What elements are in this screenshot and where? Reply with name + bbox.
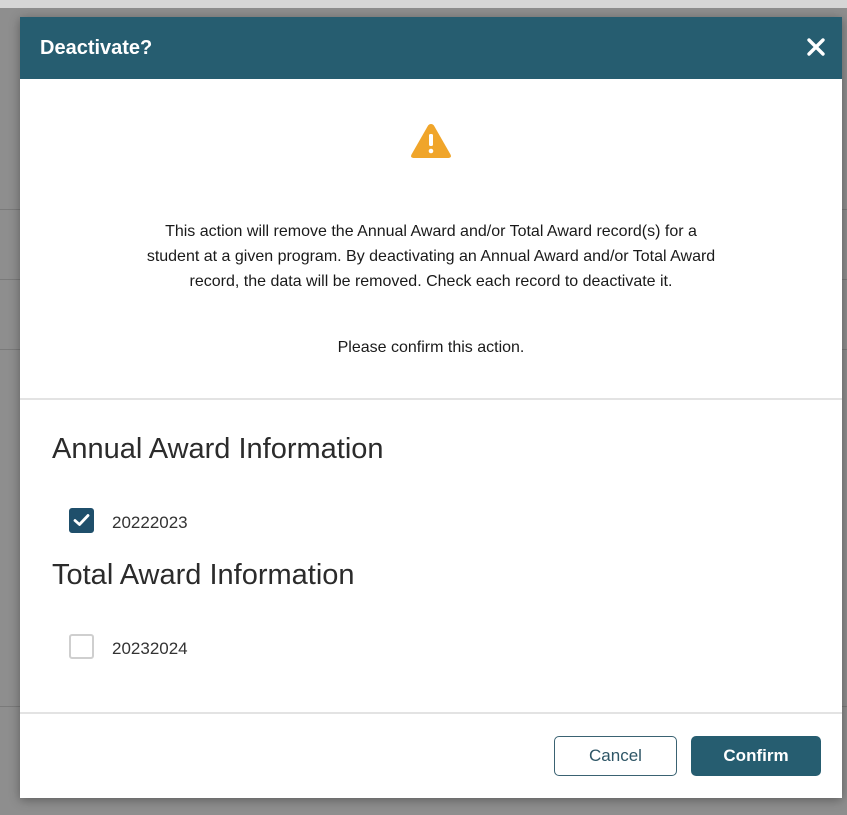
page-backdrop-top xyxy=(0,0,847,8)
total-award-record[interactable]: 20232024 xyxy=(69,633,188,659)
annual-award-record-label: 20222023 xyxy=(112,513,188,532)
confirm-button[interactable]: Confirm xyxy=(691,736,821,776)
warning-icon xyxy=(411,124,451,158)
annual-award-checkbox[interactable] xyxy=(69,507,94,533)
total-award-record-label: 20232024 xyxy=(112,639,188,658)
annual-award-record[interactable]: 20222023 xyxy=(69,507,188,533)
warning-section: This action will remove the Annual Award… xyxy=(20,79,842,399)
footer-divider xyxy=(20,712,842,714)
close-icon xyxy=(807,38,825,56)
dialog-header: Deactivate? xyxy=(20,17,842,79)
confirm-prompt: Please confirm this action. xyxy=(337,339,525,356)
dialog-title: Deactivate? xyxy=(40,37,153,59)
deactivate-dialog: Deactivate? This action will remove the … xyxy=(20,17,842,798)
total-award-checkbox[interactable] xyxy=(69,633,94,659)
cancel-button[interactable]: Cancel xyxy=(554,736,677,776)
checkmark-icon xyxy=(73,514,90,526)
warning-message: This action will remove the Annual Award… xyxy=(146,223,716,290)
total-award-heading: Total Award Information xyxy=(52,559,355,591)
section-divider xyxy=(20,398,842,400)
close-button[interactable] xyxy=(802,32,830,62)
annual-award-heading: Annual Award Information xyxy=(52,433,384,465)
